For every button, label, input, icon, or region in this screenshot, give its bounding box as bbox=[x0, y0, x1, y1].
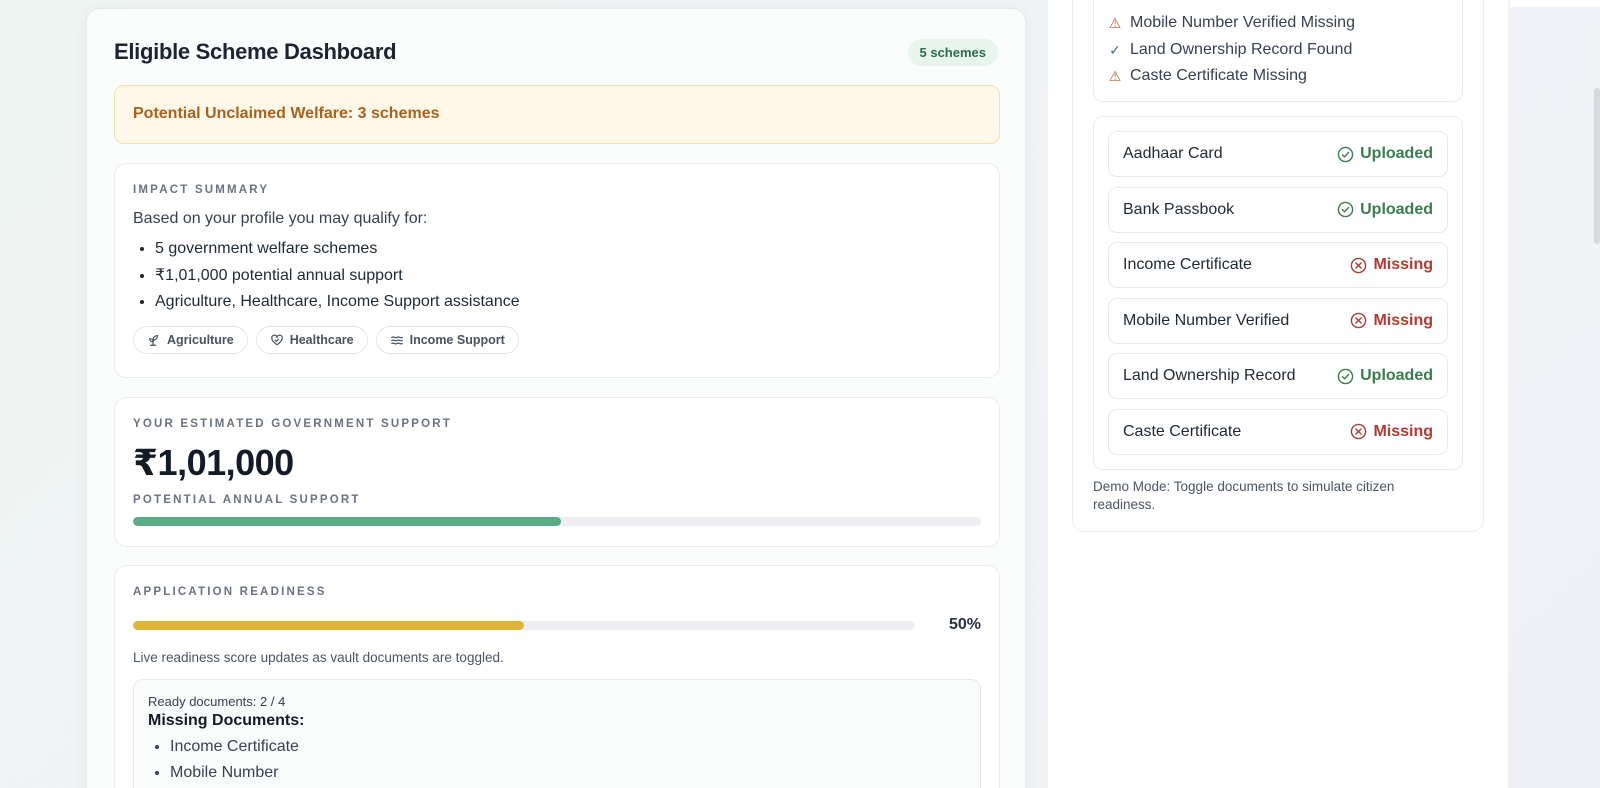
document-toggle-land-ownership[interactable]: Land Ownership Record Uploaded bbox=[1108, 353, 1448, 400]
document-status: Uploaded bbox=[1337, 367, 1433, 385]
document-status-list: ⚠ Mobile Number Verified Missing ✓ Land … bbox=[1093, 0, 1463, 102]
top-strip bbox=[1510, 0, 1600, 7]
unclaimed-welfare-alert: Potential Unclaimed Welfare: 3 schemes bbox=[114, 85, 1000, 144]
document-name: Bank Passbook bbox=[1123, 200, 1235, 218]
page-scrollbar[interactable] bbox=[1592, 0, 1600, 788]
document-toggle-mobile-number[interactable]: Mobile Number Verified Missing bbox=[1108, 297, 1448, 344]
chip-label: Healthcare bbox=[289, 332, 354, 347]
chip-label: Income Support bbox=[409, 332, 505, 347]
heart-hands-icon bbox=[270, 334, 283, 345]
list-item: ₹1,01,000 potential annual support bbox=[155, 263, 981, 290]
chip-income-support[interactable]: Income Support bbox=[375, 325, 519, 354]
list-item: Mobile Number bbox=[170, 760, 966, 786]
page-title: Eligible Scheme Dashboard bbox=[114, 39, 397, 64]
list-item: 5 government welfare schemes bbox=[155, 236, 981, 263]
missing-documents-list: Income Certificate Mobile Number bbox=[148, 734, 966, 786]
document-vault-panel: ⚠ Mobile Number Verified Missing ✓ Land … bbox=[1072, 0, 1484, 532]
document-status: Missing bbox=[1350, 312, 1433, 330]
support-amount: ₹1,01,000 bbox=[133, 442, 294, 483]
document-status-label: Missing bbox=[1373, 422, 1433, 440]
document-name: Caste Certificate bbox=[1123, 422, 1242, 440]
status-item: ⚠ Caste Certificate Missing bbox=[1108, 63, 1448, 90]
waves-icon bbox=[390, 335, 403, 344]
x-circle-icon bbox=[1351, 312, 1367, 329]
readiness-row: 50% bbox=[133, 616, 981, 634]
sprout-icon bbox=[149, 334, 159, 346]
status-text: Caste Certificate Missing bbox=[1130, 67, 1307, 84]
document-status-label: Uploaded bbox=[1360, 145, 1433, 162]
category-chips: Agriculture Healthcare Income Support bbox=[133, 325, 981, 354]
impact-list: 5 government welfare schemes ₹1,01,000 p… bbox=[133, 236, 981, 316]
demo-mode-note: Demo Mode: Toggle documents to simulate … bbox=[1093, 479, 1395, 512]
warning-icon: ⚠ bbox=[1108, 68, 1122, 84]
chip-healthcare[interactable]: Healthcare bbox=[255, 325, 368, 354]
document-toggle-income-certificate[interactable]: Income Certificate Missing bbox=[1108, 242, 1448, 289]
readiness-progress-fill bbox=[133, 620, 524, 630]
support-label: YOUR ESTIMATED GOVERNMENT SUPPORT bbox=[133, 418, 453, 430]
document-name: Income Certificate bbox=[1123, 256, 1252, 274]
scheme-count-badge: 5 schemes bbox=[907, 39, 998, 66]
readiness-label: APPLICATION READINESS bbox=[133, 586, 327, 598]
support-progress-track bbox=[133, 517, 981, 526]
document-status-label: Uploaded bbox=[1360, 200, 1433, 218]
impact-intro: Based on your profile you may qualify fo… bbox=[133, 210, 428, 227]
status-item: ✓ Land Ownership Record Found bbox=[1108, 37, 1448, 64]
ready-documents-count: Ready documents: 2 / 4 bbox=[148, 694, 286, 709]
status-text: Mobile Number Verified Missing bbox=[1130, 14, 1355, 31]
dashboard-header: Eligible Scheme Dashboard 5 schemes bbox=[114, 39, 998, 79]
document-status: Uploaded bbox=[1337, 145, 1433, 163]
impact-summary-card: IMPACT SUMMARY Based on your profile you… bbox=[114, 163, 1000, 378]
readiness-note: Live readiness score updates as vault do… bbox=[133, 650, 504, 665]
x-circle-icon bbox=[1351, 424, 1367, 440]
document-toggle-bank-passbook[interactable]: Bank Passbook Uploaded bbox=[1108, 186, 1448, 233]
scheme-dashboard-panel: Eligible Scheme Dashboard 5 schemes Pote… bbox=[86, 8, 1026, 788]
document-status-label: Missing bbox=[1373, 256, 1433, 274]
document-toggle-aadhaar[interactable]: Aadhaar Card Uploaded bbox=[1108, 131, 1448, 177]
check-icon: ✓ bbox=[1109, 41, 1121, 58]
missing-documents-box: Ready documents: 2 / 4 Missing Documents… bbox=[133, 679, 981, 788]
readiness-percent: 50% bbox=[948, 616, 981, 633]
list-item: Income Certificate bbox=[170, 734, 966, 760]
application-readiness-card: APPLICATION READINESS 50% Live readiness… bbox=[114, 565, 1000, 788]
document-status-label: Uploaded bbox=[1360, 367, 1433, 385]
document-toggle-caste-certificate[interactable]: Caste Certificate Missing bbox=[1108, 408, 1448, 455]
chip-label: Agriculture bbox=[167, 332, 234, 347]
document-status: Missing bbox=[1350, 423, 1433, 441]
check-circle-icon bbox=[1337, 146, 1354, 162]
scrollbar-thumb[interactable] bbox=[1594, 88, 1600, 244]
support-progress-fill bbox=[133, 517, 562, 526]
document-status: Uploaded bbox=[1337, 201, 1433, 219]
document-name: Aadhaar Card bbox=[1123, 145, 1223, 162]
annual-support-label: POTENTIAL ANNUAL SUPPORT bbox=[133, 494, 361, 506]
document-status: Missing bbox=[1350, 256, 1433, 274]
list-item: Agriculture, Healthcare, Income Support … bbox=[155, 289, 981, 316]
impact-summary-label: IMPACT SUMMARY bbox=[133, 184, 270, 196]
document-status-label: Missing bbox=[1373, 311, 1433, 329]
estimated-support-card: YOUR ESTIMATED GOVERNMENT SUPPORT ₹1,01,… bbox=[114, 397, 1000, 547]
document-name: Land Ownership Record bbox=[1123, 367, 1296, 385]
check-circle-icon bbox=[1337, 201, 1354, 218]
document-name: Mobile Number Verified bbox=[1123, 311, 1290, 329]
status-text: Land Ownership Record Found bbox=[1130, 40, 1353, 58]
readiness-progress-track bbox=[133, 620, 915, 630]
warning-icon: ⚠ bbox=[1108, 15, 1122, 31]
missing-documents-title: Missing Documents: bbox=[148, 712, 305, 729]
chip-agriculture[interactable]: Agriculture bbox=[133, 325, 248, 354]
x-circle-icon bbox=[1351, 257, 1367, 273]
document-vault: Aadhaar Card Uploaded Bank Passbook Uplo… bbox=[1093, 116, 1463, 470]
status-item: ⚠ Mobile Number Verified Missing bbox=[1108, 10, 1448, 37]
check-circle-icon bbox=[1337, 368, 1354, 385]
